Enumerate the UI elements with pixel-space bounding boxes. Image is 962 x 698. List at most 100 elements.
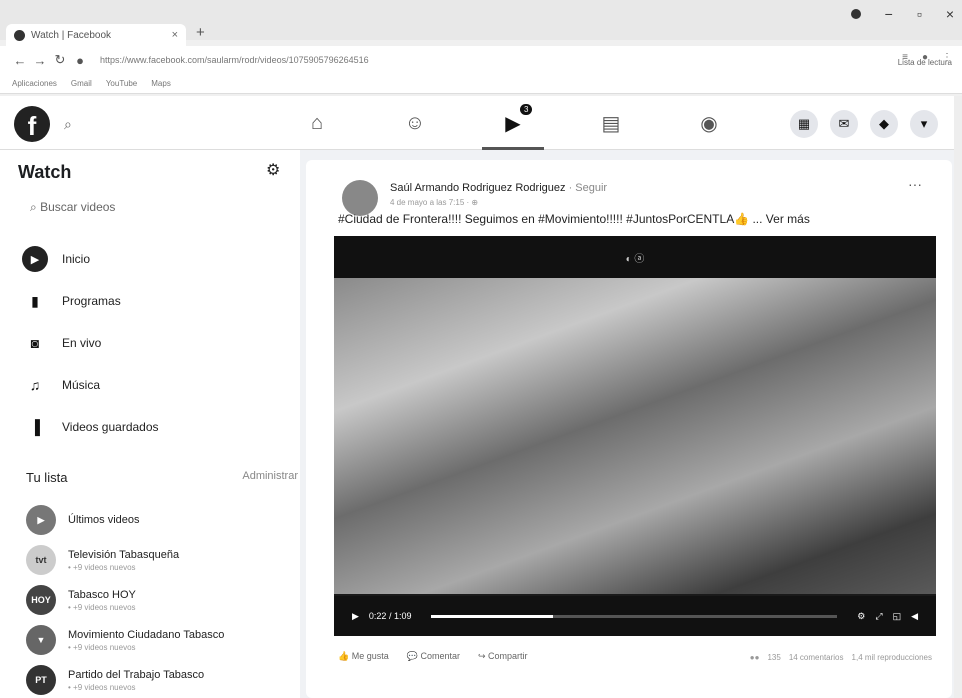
your-list: ▶ Últimos videos tvt Televisión Tabasque… [26, 500, 296, 698]
friends-icon[interactable]: ☺ [366, 106, 464, 140]
bookmark-gmail[interactable]: Gmail [71, 79, 92, 88]
video-frame[interactable] [334, 278, 936, 594]
search-icon[interactable]: ⌕ [64, 116, 72, 133]
marketplace-icon[interactable]: ▤ [562, 106, 660, 140]
reload-icon[interactable]: ↻ [50, 52, 70, 68]
post-author[interactable]: Saúl Armando Rodriguez Rodriguez · Segui… [390, 182, 607, 194]
post-actions: 👍 Me gusta 💬 Comentar ↪ Compartir [338, 651, 528, 662]
messenger-icon[interactable]: ✉ [830, 110, 858, 138]
fullscreen-icon[interactable]: ⤢ [875, 611, 882, 622]
back-icon[interactable]: ← [10, 53, 30, 68]
follow-link[interactable]: · Seguir [569, 182, 608, 194]
comments-count[interactable]: 14 comentarios [789, 653, 844, 662]
facebook-favicon-icon [14, 29, 25, 41]
watch-badge: 3 [520, 104, 533, 115]
list-item-sub: • +9 videos nuevos [68, 602, 136, 612]
page-scrollbar[interactable] [954, 96, 962, 698]
groups-icon[interactable]: ◉ [660, 106, 758, 140]
main-nav: ⌂ ☺ ▶ 3 ▤ ◉ [268, 104, 758, 150]
list-item[interactable]: HOY Tabasco HOY • +9 videos nuevos [26, 580, 296, 620]
maximize-icon[interactable]: ▫ [917, 6, 922, 22]
your-list-header: Tu lista Administrar [26, 470, 298, 485]
tab-close-icon[interactable]: × [172, 29, 178, 41]
settings-icon[interactable]: ⚙ [857, 611, 865, 622]
forward-icon[interactable]: → [30, 53, 50, 68]
search-input[interactable]: ⌕ Buscar videos [30, 200, 115, 215]
comment-button[interactable]: 💬 Comentar [407, 651, 460, 662]
account-dropdown-icon[interactable]: ▾ [910, 110, 938, 138]
close-window-icon[interactable]: × [946, 6, 954, 22]
avatar: PT [26, 665, 56, 695]
sidebar-item-label: En vivo [62, 336, 102, 350]
sidebar-item-envivo[interactable]: ◙ En vivo [22, 322, 292, 364]
url-field[interactable]: https://www.facebook.com/saularm/rodr/vi… [100, 55, 369, 65]
post-text: #Ciudad de Frontera!!!! Seguimos en #Mov… [338, 212, 810, 226]
music-icon: ♫ [29, 377, 41, 393]
reaction-icons: ●● [749, 653, 760, 662]
sidebar-title: Watch [18, 162, 72, 182]
video-player[interactable]: ◐ ⓐ ▶ 0:22 / 1:09 ⚙ ⤢ ◱ ◀ [334, 236, 936, 636]
avatar: tvt [26, 545, 56, 575]
share-button[interactable]: ↪ Compartir [478, 651, 528, 662]
list-item[interactable]: tvt Televisión Tabasqueña • +9 videos nu… [26, 540, 296, 580]
video-controls: ▶ 0:22 / 1:09 ⚙ ⤢ ◱ ◀ [334, 596, 936, 636]
search-placeholder: Buscar videos [40, 200, 116, 214]
list-item-name: Movimiento Ciudadano Tabasco [68, 628, 225, 641]
list-item-sub: • +9 videos nuevos [68, 562, 136, 572]
sidebar-item-label: Música [62, 378, 101, 392]
grid-menu-icon[interactable]: ▦ [790, 110, 818, 138]
list-item[interactable]: ▶ Últimos videos [26, 500, 296, 540]
reaction-count: 135 [767, 653, 781, 662]
author-name[interactable]: Saúl Armando Rodriguez Rodriguez [390, 182, 566, 194]
more-options-icon[interactable]: ··· [908, 176, 922, 192]
gear-icon[interactable]: ⚙ [266, 160, 280, 180]
like-label: Me gusta [351, 651, 389, 661]
list-item[interactable]: ▼ Movimiento Ciudadano Tabasco • +9 vide… [26, 620, 296, 660]
reading-list[interactable]: Lista de lectura [898, 58, 952, 67]
post-card: Saúl Armando Rodriguez Rodriguez · Segui… [306, 160, 952, 698]
watch-feed: Saúl Armando Rodriguez Rodriguez · Segui… [300, 150, 962, 698]
avatar: ▼ [26, 625, 56, 655]
watch-icon[interactable]: ▶ 3 [464, 104, 562, 150]
new-tab-button[interactable]: + [196, 24, 205, 41]
bookmarks-bar: Aplicaciones Gmail YouTube Maps [0, 74, 962, 94]
share-label: Compartir [488, 651, 528, 661]
sidebar-item-label: Inicio [62, 252, 91, 266]
bookmark-youtube[interactable]: YouTube [106, 79, 137, 88]
globe-icon: ⊕ [471, 198, 479, 207]
avatar: ▶ [26, 505, 56, 535]
volume-icon[interactable]: ◀ [911, 611, 918, 622]
video-progress[interactable] [431, 614, 838, 618]
watch-sidebar: Watch ⚙ ⌕ Buscar videos ▶ Inicio ▮ Progr… [0, 150, 300, 698]
list-item-name: Televisión Tabasqueña [68, 548, 180, 561]
list-item[interactable]: PT Partido del Trabajo Tabasco • +9 vide… [26, 660, 296, 698]
pip-icon[interactable]: ◱ [893, 611, 902, 622]
sidebar-item-programas[interactable]: ▮ Programas [22, 280, 292, 322]
live-icon: ◙ [30, 335, 40, 351]
like-button[interactable]: 👍 Me gusta [338, 651, 389, 662]
admin-link[interactable]: Administrar [242, 470, 298, 482]
bookmark-apps[interactable]: Aplicaciones [12, 79, 57, 88]
list-item-name: Últimos videos [68, 514, 140, 526]
lock-icon: ● [76, 52, 84, 68]
minimize-icon[interactable]: − [885, 6, 893, 22]
browser-tab[interactable]: Watch | Facebook × [6, 24, 186, 46]
sidebar-item-inicio[interactable]: ▶ Inicio [22, 238, 292, 280]
address-bar: ← → ↻ ● https://www.facebook.com/saularm… [0, 46, 962, 74]
programs-icon: ▮ [31, 292, 39, 309]
sidebar-item-guardados[interactable]: ▐ Videos guardados [22, 406, 292, 448]
comment-label: Comentar [420, 651, 460, 661]
play-icon[interactable]: ▶ [352, 611, 359, 622]
sidebar-item-musica[interactable]: ♫ Música [22, 364, 292, 406]
sidebar-item-label: Programas [62, 294, 121, 308]
list-item-name: Partido del Trabajo Tabasco [68, 668, 205, 681]
facebook-logo[interactable]: f [14, 106, 50, 142]
notifications-icon[interactable]: ◆ [870, 110, 898, 138]
avatar[interactable] [342, 180, 378, 216]
bookmark-maps[interactable]: Maps [151, 79, 171, 88]
window-controls: − ▫ × [850, 6, 954, 22]
home-icon[interactable]: ⌂ [268, 106, 366, 140]
profile-icon[interactable] [850, 9, 861, 19]
avatar: HOY [26, 585, 56, 615]
tab-title: Watch | Facebook [31, 29, 112, 41]
